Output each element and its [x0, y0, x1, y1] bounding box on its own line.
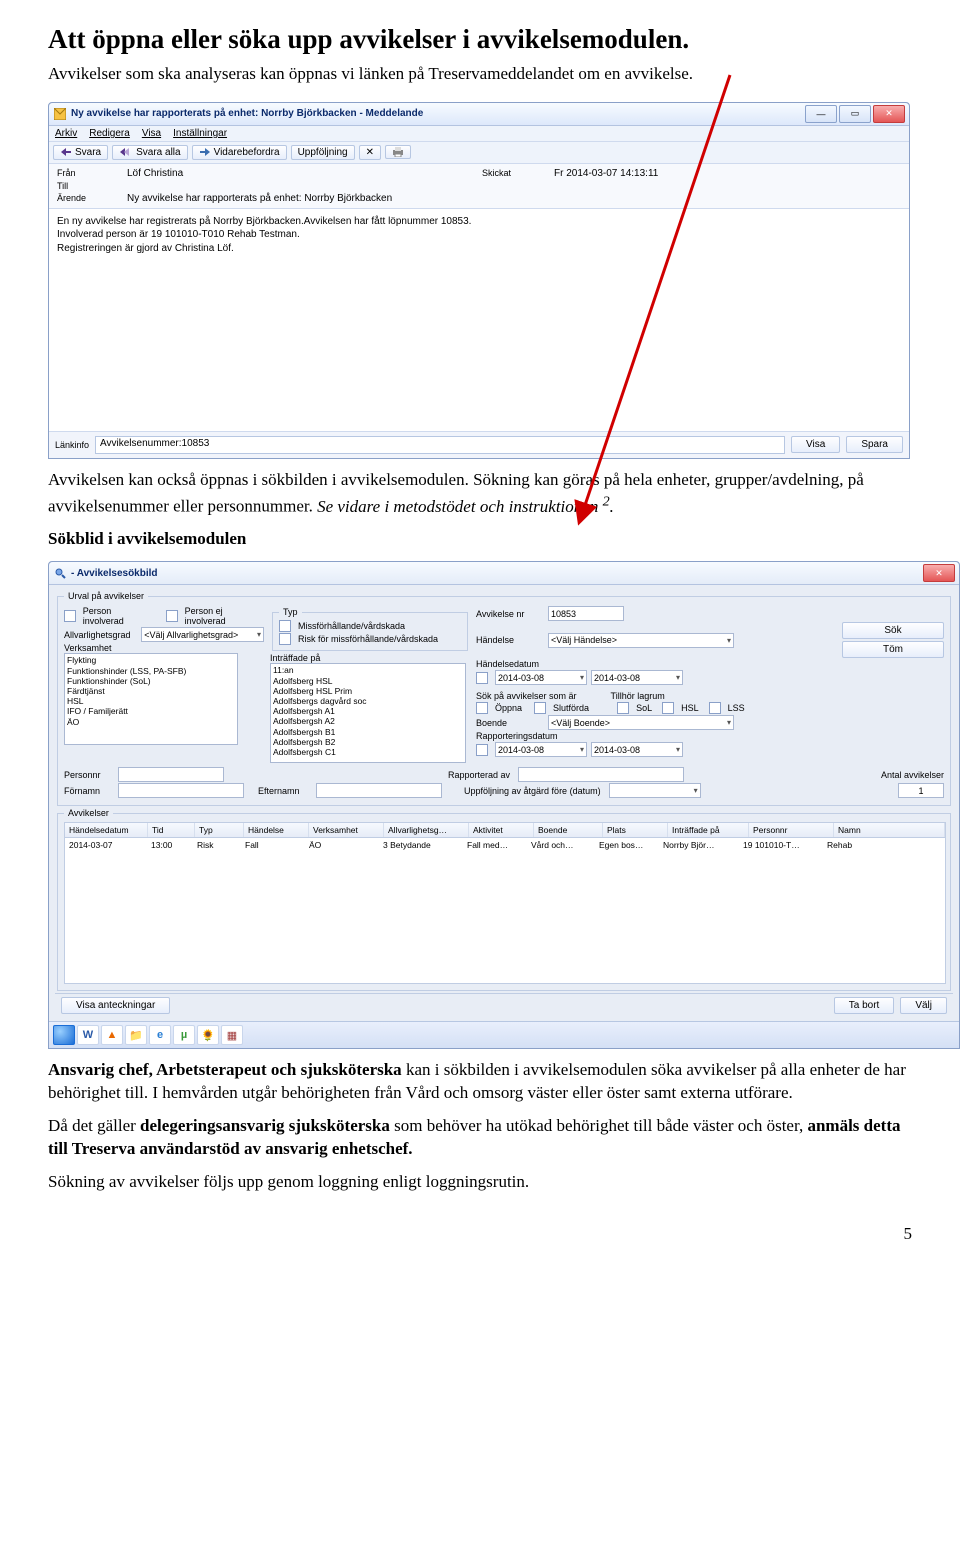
vlc-icon[interactable]: ▲	[101, 1025, 123, 1045]
table-row[interactable]: 2014-03-0713:00RiskFallÄO3 BetydandeFall…	[65, 838, 945, 852]
taskbar: W ▲ 📁 e µ 🌻 ▦	[49, 1021, 959, 1048]
avvikelse-nr-input[interactable]: 10853	[548, 606, 624, 621]
visa-button[interactable]: Visa	[791, 436, 840, 453]
slutforda-checkbox[interactable]	[534, 702, 546, 714]
menu-redigera[interactable]: Redigera	[89, 128, 130, 139]
pointer-arrow	[560, 70, 740, 530]
lead-paragraph: Avvikelser som ska analyseras kan öppnas…	[48, 63, 912, 86]
hdatum-from[interactable]: 2014-03-08	[495, 670, 587, 685]
menu-arkiv[interactable]: Arkiv	[55, 128, 77, 139]
close-button[interactable]: ✕	[873, 105, 905, 123]
menubar: Arkiv Redigera Visa Inställningar	[49, 126, 909, 142]
utorrent-icon[interactable]: µ	[173, 1025, 195, 1045]
reply-all-icon	[119, 147, 133, 157]
person-involverad-checkbox[interactable]	[64, 610, 76, 622]
linkinfo-label: Länkinfo	[55, 440, 89, 450]
boende-select[interactable]: <Välj Boende>	[548, 715, 734, 730]
typ-risk-checkbox[interactable]	[279, 633, 291, 645]
search-app-icon	[53, 566, 67, 580]
ta-bort-button[interactable]: Ta bort	[834, 997, 895, 1014]
hdatum-checkbox[interactable]	[476, 672, 488, 684]
from-value: Löf Christina	[127, 168, 474, 179]
print-icon	[392, 147, 404, 157]
uppfoljning-button[interactable]: Uppföljning	[291, 145, 355, 160]
word-icon[interactable]: W	[77, 1025, 99, 1045]
search-window: - Avvikelsesökbild ✕ Urval på avvikelser…	[48, 561, 960, 1049]
subject-label: Ärende	[57, 193, 119, 204]
svara-alla-button[interactable]: Svara alla	[112, 145, 187, 160]
paragraph-1: Avvikelsen kan också öppnas i sökbilden …	[48, 469, 912, 519]
print-button[interactable]	[385, 145, 411, 159]
to-value	[127, 181, 474, 191]
handelse-select[interactable]: <Välj Händelse>	[548, 633, 734, 648]
forward-icon	[199, 147, 211, 157]
delete-button[interactable]: ✕	[359, 145, 381, 160]
sok-button[interactable]: Sök	[842, 622, 944, 639]
folder-icon[interactable]: 📁	[125, 1025, 147, 1045]
menu-visa[interactable]: Visa	[142, 128, 161, 139]
to-label: Till	[57, 181, 119, 191]
minimize-button[interactable]: —	[805, 105, 837, 123]
search-window-title: - Avvikelsesökbild	[71, 568, 923, 579]
page-title: Att öppna eller söka upp avvikelser i av…	[48, 24, 912, 55]
paragraph-3: Ansvarig chef, Arbetsterapeut och sjuksk…	[48, 1059, 912, 1105]
spara-button[interactable]: Spara	[846, 436, 903, 453]
visa-anteckningar-button[interactable]: Visa anteckningar	[61, 997, 170, 1014]
paragraph-2: Sökblid i avvikelsemodulen	[48, 528, 912, 551]
rapporterad-av-input[interactable]	[518, 767, 684, 782]
app-icon-2[interactable]: ▦	[221, 1025, 243, 1045]
message-window: Ny avvikelse har rapporterats på enhet: …	[48, 102, 910, 459]
antal-value: 1	[898, 783, 944, 798]
app-icon	[53, 107, 67, 121]
start-icon[interactable]	[53, 1025, 75, 1045]
ie-icon[interactable]: e	[149, 1025, 171, 1045]
delete-icon: ✕	[366, 147, 374, 158]
rappdatum-from[interactable]: 2014-03-08	[495, 742, 587, 757]
svara-button[interactable]: Svara	[53, 145, 108, 160]
sent-label: Skickat	[482, 168, 546, 179]
vidarebefordra-button[interactable]: Vidarebefordra	[192, 145, 287, 160]
results-table[interactable]: HändelsedatumTidTypHändelseVerksamhetAll…	[64, 822, 946, 984]
avvikelser-group: Avvikelser HändelsedatumTidTypHändelseVe…	[57, 808, 951, 991]
paragraph-5: Sökning av avvikelser följs upp genom lo…	[48, 1171, 912, 1194]
person-ej-involverad-checkbox[interactable]	[166, 610, 178, 622]
verksamhet-listbox[interactable]: FlyktingFunktionshinder (LSS, PA-SFB)Fun…	[64, 653, 238, 745]
menu-installningar[interactable]: Inställningar	[173, 128, 227, 139]
allvarlighetsgrad-select[interactable]: <Välj Allvarlighetsgrad>	[141, 627, 264, 642]
oppna-checkbox[interactable]	[476, 702, 488, 714]
fornamn-input[interactable]	[118, 783, 244, 798]
personnr-input[interactable]	[118, 767, 224, 782]
reply-icon	[60, 147, 72, 157]
page-number: 5	[48, 1224, 912, 1244]
subject-value: Ny avvikelse har rapporterats på enhet: …	[127, 193, 901, 204]
sol-checkbox[interactable]	[617, 702, 629, 714]
efternamn-input[interactable]	[316, 783, 442, 798]
rappdatum-checkbox[interactable]	[476, 744, 488, 756]
sunflower-icon[interactable]: 🌻	[197, 1025, 219, 1045]
lss-checkbox[interactable]	[709, 702, 721, 714]
from-label: Från	[57, 168, 119, 179]
uppfoljning-date[interactable]	[609, 783, 701, 798]
hsl-checkbox[interactable]	[662, 702, 674, 714]
tom-button[interactable]: Töm	[842, 641, 944, 658]
paragraph-4: Då det gäller delegeringsansvarig sjuksk…	[48, 1115, 912, 1161]
maximize-button[interactable]: ▭	[839, 105, 871, 123]
rappdatum-to[interactable]: 2014-03-08	[591, 742, 683, 757]
hdatum-to[interactable]: 2014-03-08	[591, 670, 683, 685]
urval-group: Urval på avvikelser Person involverad Pe…	[57, 591, 951, 806]
message-body: En ny avvikelse har registrerats på Norr…	[49, 209, 909, 432]
close-button[interactable]: ✕	[923, 564, 955, 582]
intraffade-listbox[interactable]: 11:anAdolfsberg HSLAdolfsberg HSL PrimAd…	[270, 663, 466, 763]
valj-button[interactable]: Välj	[900, 997, 947, 1014]
typ-miss-checkbox[interactable]	[279, 620, 291, 632]
